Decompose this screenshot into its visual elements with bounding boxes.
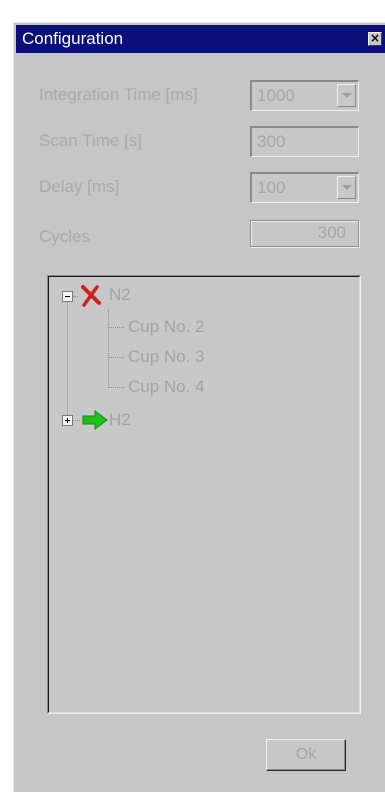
- configuration-dialog: Configuration × Integration Time [ms] 10…: [13, 22, 385, 792]
- close-button[interactable]: ×: [368, 32, 382, 46]
- tree-view[interactable]: N2 Cup No. 2 Cup No. 3 Cup No. 4 H2: [47, 275, 361, 714]
- delay-select[interactable]: 100: [250, 172, 359, 203]
- scan-time-value: 300: [257, 132, 286, 151]
- h2-expand-toggle[interactable]: [62, 415, 73, 426]
- scan-time-label: Scan Time [s]: [39, 131, 142, 150]
- delay-value: 100: [257, 178, 286, 197]
- green-arrow-icon: [82, 410, 108, 430]
- cycles-label: Cycles: [39, 227, 91, 246]
- tree-item-cup-2[interactable]: Cup No. 2: [128, 317, 205, 337]
- integration-time-select[interactable]: 1000: [250, 80, 359, 111]
- tree-item-cup-4[interactable]: Cup No. 4: [128, 377, 205, 397]
- ok-button[interactable]: Ok: [266, 739, 346, 771]
- integration-time-value: 1000: [257, 86, 295, 105]
- delay-dropdown-button[interactable]: [337, 176, 356, 199]
- tree-view-inner: N2 Cup No. 2 Cup No. 3 Cup No. 4 H2: [48, 276, 360, 713]
- red-x-icon: [81, 285, 101, 307]
- cycles-value: 300: [317, 223, 346, 242]
- integration-time-dropdown-button[interactable]: [337, 84, 356, 107]
- delay-label: Delay [ms]: [39, 177, 120, 196]
- chevron-down-icon: [342, 185, 352, 190]
- window-title: Configuration: [22, 29, 124, 48]
- integration-time-label: Integration Time [ms]: [39, 85, 198, 104]
- ok-button-label: Ok: [295, 746, 317, 763]
- title-bar[interactable]: Configuration ×: [16, 25, 385, 53]
- minus-icon: [65, 296, 70, 297]
- cycles-input[interactable]: 300: [250, 220, 359, 247]
- n2-collapse-toggle[interactable]: [62, 291, 73, 302]
- tree-item-cup-3[interactable]: Cup No. 3: [128, 347, 205, 367]
- tree-item-h2[interactable]: H2: [109, 410, 131, 430]
- scan-time-input[interactable]: 300: [250, 126, 359, 157]
- tree-item-n2[interactable]: N2: [109, 285, 131, 305]
- chevron-down-icon: [342, 93, 352, 98]
- close-icon: ×: [369, 31, 381, 45]
